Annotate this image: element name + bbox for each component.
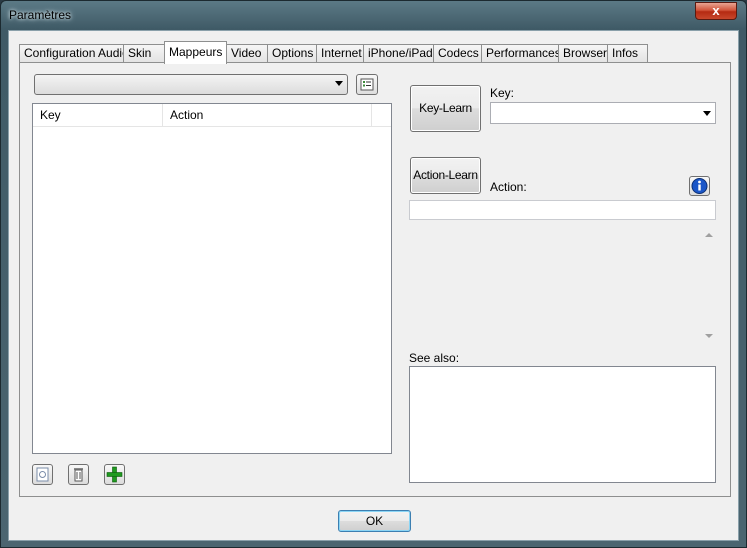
tab-label: Options (272, 46, 314, 60)
add-button[interactable] (104, 464, 125, 485)
mapping-list-header: Key Action (33, 104, 391, 127)
mappeurs-panel: Key Action Key-Learn Key: Action-Learn A… (19, 62, 731, 497)
tab-options[interactable]: Options (267, 44, 317, 63)
mapping-list[interactable]: Key Action (32, 103, 392, 454)
info-icon (691, 178, 708, 194)
close-icon: x (712, 3, 720, 18)
info-button[interactable] (689, 176, 710, 196)
tab-infos[interactable]: Infos (607, 44, 648, 63)
tab-label: Skin (128, 46, 152, 60)
key-learn-button[interactable]: Key-Learn (410, 85, 481, 132)
tab-label: Internet (321, 46, 362, 60)
tab-label: Video (231, 46, 262, 60)
column-header-key[interactable]: Key (33, 104, 163, 127)
plus-icon (106, 466, 123, 483)
column-header-action[interactable]: Action (163, 104, 372, 127)
tab-label: Performances (486, 46, 561, 60)
tab-label: Codecs (438, 46, 479, 60)
scroll-up-icon[interactable] (705, 233, 713, 237)
action-description-area (409, 228, 716, 343)
import-button[interactable] (32, 464, 53, 485)
tab-browser[interactable]: Browser (558, 44, 608, 63)
tab-internet[interactable]: Internet (316, 44, 364, 63)
action-learn-button[interactable]: Action-Learn (410, 157, 481, 194)
ok-button[interactable]: OK (338, 510, 411, 532)
window-title: Paramètres (9, 8, 72, 22)
chevron-down-icon (703, 111, 711, 116)
title-bar[interactable]: Paramètres x (1, 1, 746, 29)
mapper-profile-select[interactable] (34, 74, 348, 95)
action-field[interactable] (409, 200, 716, 220)
tab-label: Browser (563, 46, 608, 60)
dialog-client-area: Configuration Audio Skin Mappeurs Video … (8, 30, 739, 541)
tab-label: Configuration Audio (24, 46, 129, 60)
action-label: Action: (490, 180, 527, 194)
tab-video[interactable]: Video (226, 44, 268, 63)
delete-button[interactable] (68, 464, 89, 485)
tab-iphone-ipad[interactable]: iPhone/iPad (363, 44, 434, 63)
list-button[interactable] (356, 74, 378, 95)
see-also-label: See also: (409, 351, 460, 365)
tab-mappeurs[interactable]: Mappeurs (164, 41, 227, 64)
tab-skin[interactable]: Skin (123, 44, 165, 63)
tab-label: iPhone/iPad (368, 46, 433, 60)
list-icon (360, 78, 374, 91)
settings-window: Paramètres x Configuration Audio Skin Ma… (0, 0, 747, 548)
tab-label: Mappeurs (169, 45, 223, 59)
tab-performances[interactable]: Performances (481, 44, 561, 63)
chevron-down-icon (335, 81, 343, 86)
tab-configuration-audio[interactable]: Configuration Audio (19, 44, 129, 63)
tab-label: Infos (612, 46, 639, 60)
tab-codecs[interactable]: Codecs (433, 44, 482, 63)
close-button[interactable]: x (695, 2, 737, 20)
key-label: Key: (490, 86, 515, 100)
see-also-list[interactable] (409, 366, 716, 483)
key-select[interactable] (490, 102, 716, 124)
scroll-down-icon[interactable] (705, 334, 713, 338)
vertical-scrollbar[interactable] (702, 228, 716, 343)
import-icon (36, 467, 49, 482)
trash-icon (74, 468, 83, 482)
